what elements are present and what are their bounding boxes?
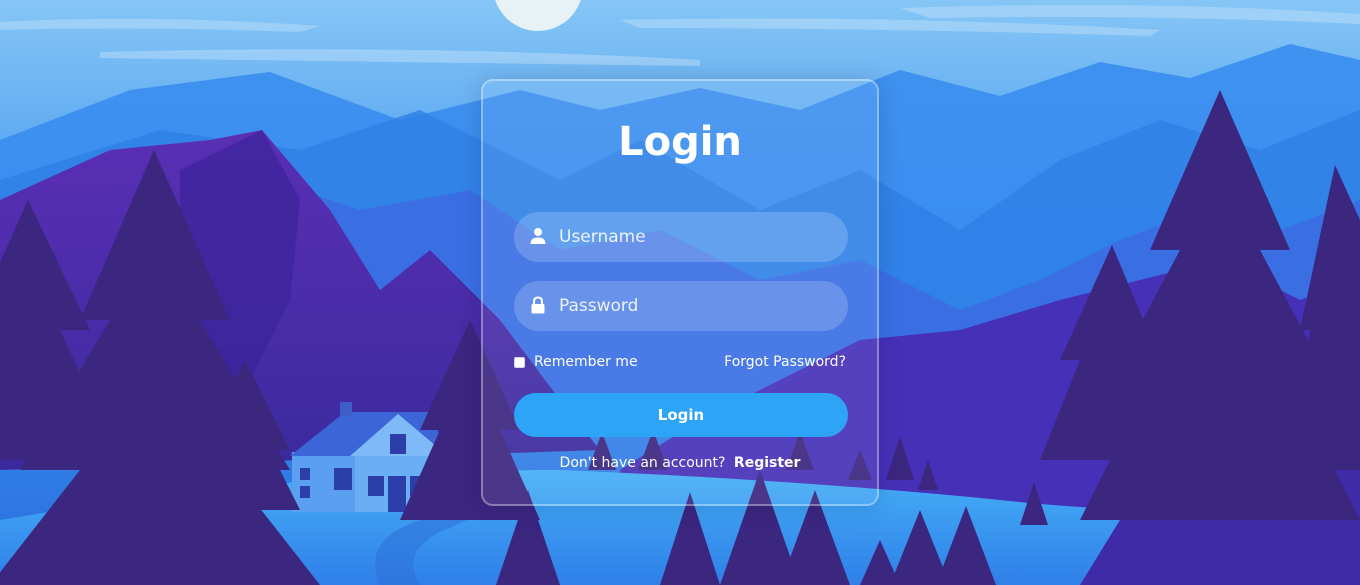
- password-input[interactable]: [559, 281, 829, 331]
- forgot-password-link[interactable]: Forgot Password?: [724, 351, 846, 373]
- remember-label: Remember me: [534, 354, 638, 370]
- username-field-container: [514, 212, 848, 262]
- remember-me[interactable]: Remember me: [514, 351, 638, 373]
- register-link[interactable]: Register: [734, 455, 801, 471]
- register-prompt-line: Don't have an account? Register: [483, 452, 877, 474]
- lock-icon: [531, 296, 545, 314]
- register-prompt: Don't have an account?: [559, 455, 726, 471]
- password-field-container: [514, 281, 848, 331]
- login-button[interactable]: Login: [514, 393, 848, 437]
- remember-checkbox[interactable]: [514, 356, 525, 368]
- username-input[interactable]: [559, 212, 829, 262]
- user-icon: [530, 228, 546, 244]
- login-card: Login Remember me Forgot Password? Login…: [481, 79, 879, 506]
- login-title: Login: [618, 119, 742, 165]
